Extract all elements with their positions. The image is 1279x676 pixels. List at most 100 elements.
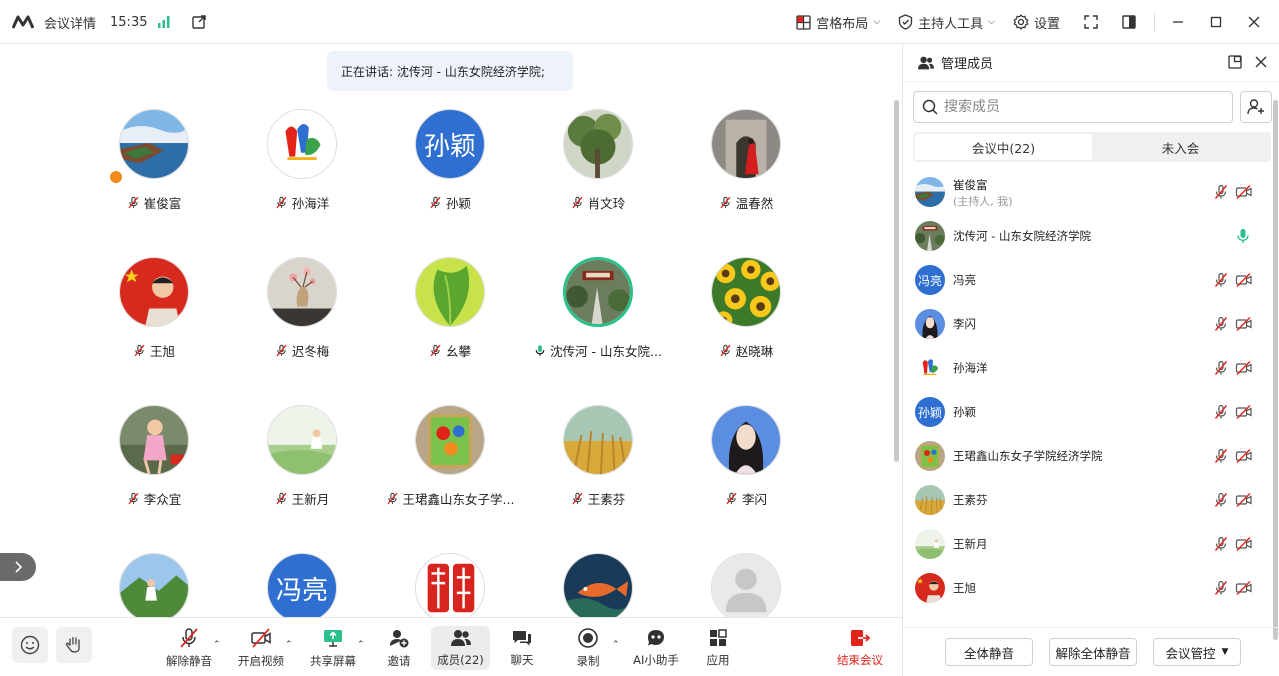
add-member-button[interactable] [1240, 91, 1272, 123]
expand-left-button[interactable] [0, 553, 36, 581]
video-tile[interactable]: 崔俊富 [80, 95, 228, 215]
apps-button[interactable]: 应用 [703, 618, 733, 676]
member-row[interactable]: 王珺鑫山东女子学院经济学院 [903, 434, 1279, 478]
participant-name-row: 沈传河 - 山东女院... [524, 341, 672, 360]
video-tile[interactable]: 幺攀 [376, 243, 524, 363]
unmute-button[interactable]: 解除静音 [164, 618, 214, 676]
member-camera-button[interactable] [1235, 272, 1253, 292]
video-tile[interactable] [376, 539, 524, 617]
search-members-input[interactable] [944, 99, 1214, 115]
member-camera-button[interactable] [1235, 580, 1253, 600]
video-tile[interactable]: 王素芬 [524, 391, 672, 511]
member-camera-button[interactable] [1235, 360, 1253, 380]
video-options-caret[interactable]: ⌃ [285, 640, 293, 650]
member-row[interactable]: 王旭 [903, 566, 1279, 610]
video-tile[interactable]: 孙颖 孙颖 [376, 95, 524, 215]
bottom-toolbar: 解除静音 ⌃ 开启视频 ⌃ 共享屏幕 ⌃ 邀请 成员(22) 聊天 录制 ⌃ A… [0, 617, 902, 676]
participant-avatar [415, 257, 485, 327]
maximize-button[interactable] [1203, 16, 1229, 28]
grid-layout-button[interactable]: 宫格布局 ⌵ [796, 13, 880, 32]
tab-in-meeting[interactable]: 会议中(22) [915, 134, 1092, 160]
member-mic-button[interactable] [1235, 228, 1251, 248]
video-tile[interactable]: 冯亮 [228, 539, 376, 617]
video-tile[interactable]: 李闪 [672, 391, 820, 511]
member-mic-button[interactable] [1213, 272, 1229, 292]
raise-hand-button[interactable] [56, 627, 92, 663]
video-tile[interactable]: 孙海洋 [228, 95, 376, 215]
video-tile[interactable] [672, 539, 820, 617]
video-tile[interactable]: 王旭 [80, 243, 228, 363]
share-screen-button[interactable]: 共享屏幕 [308, 618, 358, 676]
member-mic-button[interactable] [1213, 580, 1229, 600]
member-mic-button[interactable] [1213, 536, 1229, 556]
host-tools-button[interactable]: 主持人工具 ⌵ [898, 13, 995, 32]
member-row[interactable]: 王新月 [903, 522, 1279, 566]
member-name: 孙颖 [953, 405, 976, 419]
member-row[interactable]: 王素芬 [903, 478, 1279, 522]
member-row[interactable]: 孙颖 孙颖 [903, 390, 1279, 434]
external-link-icon[interactable] [191, 14, 207, 30]
member-camera-button[interactable] [1235, 448, 1253, 468]
member-camera-button[interactable] [1235, 492, 1253, 512]
video-tile[interactable]: 迟冬梅 [228, 243, 376, 363]
popout-icon[interactable] [1228, 55, 1242, 69]
share-options-caret[interactable]: ⌃ [357, 640, 365, 650]
start-video-button[interactable]: 开启视频 [236, 618, 286, 676]
close-panel-icon[interactable] [1254, 55, 1268, 69]
ai-assistant-button[interactable]: AI小助手 [632, 618, 680, 676]
mute-all-button[interactable]: 全体静音 [945, 638, 1033, 666]
record-options-caret[interactable]: ⌃ [612, 640, 620, 650]
tab-not-joined[interactable]: 未入会 [1092, 134, 1269, 160]
video-tile[interactable]: 赵晓琳 [672, 243, 820, 363]
chat-icon [513, 630, 531, 645]
member-mic-button[interactable] [1213, 184, 1229, 204]
meeting-info-link[interactable]: 会议详情 [44, 13, 96, 32]
signal-icon[interactable] [157, 15, 171, 29]
grid-scrollbar[interactable] [894, 100, 899, 462]
chat-button[interactable]: 聊天 [504, 618, 540, 676]
host-badge-icon [108, 169, 124, 185]
member-camera-button[interactable] [1235, 536, 1253, 556]
member-row[interactable]: 冯亮 冯亮 [903, 258, 1279, 302]
member-row[interactable]: 沈传河 - 山东女院经济学院 [903, 214, 1279, 258]
fullscreen-button[interactable] [1078, 15, 1104, 29]
member-row[interactable]: 李闪 [903, 302, 1279, 346]
video-tile[interactable]: 沈传河 - 山东女院... [524, 243, 672, 363]
video-tile[interactable]: 李众宜 [80, 391, 228, 511]
participant-name: 李众宜 [143, 492, 182, 507]
member-mic-button[interactable] [1213, 448, 1229, 468]
member-row[interactable]: 孙海洋 [903, 346, 1279, 390]
member-camera-button[interactable] [1235, 316, 1253, 336]
member-mic-button[interactable] [1213, 316, 1229, 336]
video-tile[interactable]: 肖文玲 [524, 95, 672, 215]
video-tile[interactable]: 王新月 [228, 391, 376, 511]
member-mic-button[interactable] [1213, 360, 1229, 380]
member-row[interactable]: 崔俊富 (主持人, 我) [903, 170, 1279, 214]
minimize-button[interactable] [1165, 16, 1191, 28]
meeting-control-button[interactable]: 会议管控 ▼ [1153, 638, 1241, 666]
member-mic-button[interactable] [1213, 492, 1229, 512]
member-camera-button[interactable] [1235, 404, 1253, 424]
invite-button[interactable]: 邀请 [380, 618, 418, 676]
sidebar-toggle-button[interactable] [1116, 15, 1142, 29]
unmute-options-caret[interactable]: ⌃ [213, 640, 221, 650]
end-meeting-button[interactable]: 结束会议 [830, 618, 890, 676]
chat-label: 聊天 [510, 652, 534, 667]
member-mic-button[interactable] [1213, 404, 1229, 424]
unmute-label: 解除静音 [166, 653, 212, 668]
record-icon [578, 627, 598, 648]
members-button[interactable]: 成员(22) [431, 626, 490, 670]
unmute-all-button[interactable]: 解除全体静音 [1049, 638, 1137, 666]
member-tabs: 会议中(22) 未入会 [913, 132, 1271, 162]
record-button[interactable]: 录制 [572, 618, 604, 676]
member-camera-button[interactable] [1235, 184, 1253, 204]
video-tile[interactable] [80, 539, 228, 617]
camera-off-icon [1235, 273, 1252, 287]
close-window-button[interactable] [1241, 16, 1267, 28]
panel-scrollbar[interactable] [1273, 100, 1278, 640]
settings-button[interactable]: 设置 [1013, 13, 1060, 32]
video-tile[interactable]: 温春然 [672, 95, 820, 215]
reaction-button[interactable] [12, 627, 48, 663]
video-tile[interactable]: 王珺鑫山东女子学... [376, 391, 524, 511]
video-tile[interactable] [524, 539, 672, 617]
